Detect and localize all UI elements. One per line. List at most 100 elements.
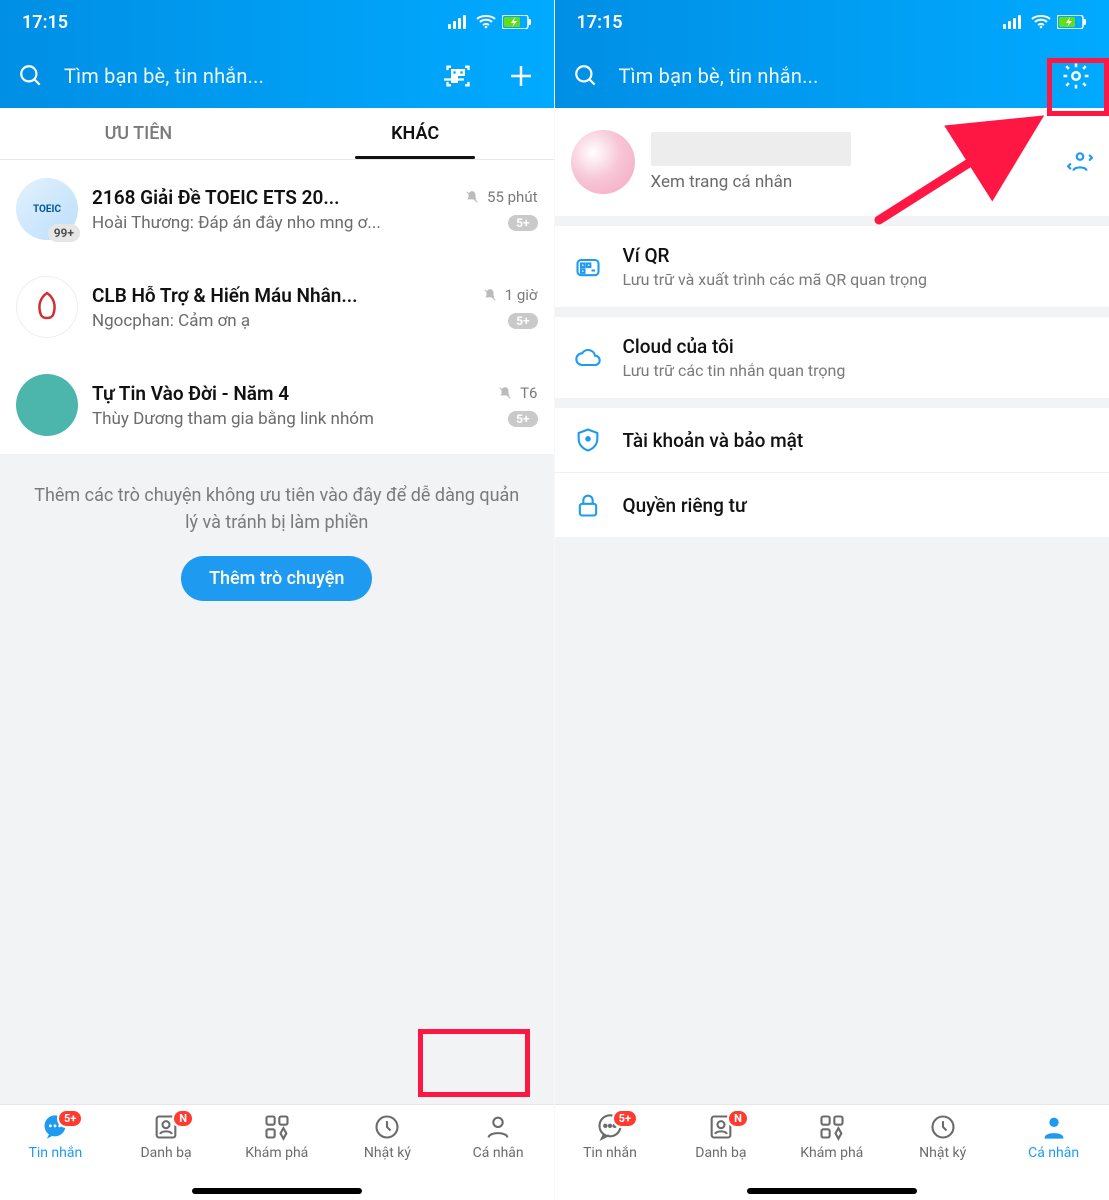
person-icon — [1040, 1113, 1068, 1141]
header: 17:15 Tìm bạn bè, tin nhắn... — [555, 0, 1109, 108]
contacts-icon: N — [152, 1113, 180, 1141]
chat-preview: Hoài Thương: Đáp án đây nho mng ơ... — [92, 213, 500, 233]
muted-icon — [498, 386, 512, 400]
nav-label: Nhật ký — [364, 1145, 411, 1161]
discover-icon — [818, 1113, 846, 1141]
nav-label: Danh bạ — [695, 1145, 746, 1161]
clock: 17:15 — [577, 12, 623, 33]
nav-label: Tin nhắn — [583, 1145, 637, 1161]
nav-diary[interactable]: Nhật ký — [887, 1113, 998, 1200]
nav-contacts[interactable]: N Danh bạ — [665, 1113, 776, 1200]
menu-group-2: Cloud của tôi Lưu trữ các tin nhắn quan … — [555, 317, 1109, 398]
nav-discover[interactable]: Khám phá — [776, 1113, 887, 1200]
swap-profile-icon[interactable] — [1067, 149, 1093, 175]
cloud-icon — [571, 344, 605, 372]
avatar-count-badge: 99+ — [48, 224, 80, 242]
search-bar[interactable]: Tìm bạn bè, tin nhắn... — [555, 44, 1109, 108]
wifi-icon — [476, 15, 496, 29]
signal-icon — [1003, 15, 1025, 29]
person-icon — [484, 1113, 512, 1141]
nav-label: Cá nhân — [1028, 1145, 1079, 1161]
nav-badge: 5+ — [57, 1109, 83, 1128]
menu-group-3: Tài khoản và bảo mật Quyền riêng tư — [555, 408, 1109, 537]
muted-icon — [465, 190, 479, 204]
battery-charging-icon — [502, 15, 532, 29]
nav-contacts[interactable]: N Danh bạ — [111, 1113, 222, 1200]
content-area: Xem trang cá nhân Ví QR Lưu trữ và xuất … — [555, 108, 1109, 1104]
muted-icon — [483, 288, 497, 302]
annotation-arrow — [869, 110, 1049, 230]
chat-row[interactable]: TOEIC 99+ 2168 Giải Đề TOEIC ETS 20... 5… — [0, 160, 554, 258]
menu-title: Tài khoản và bảo mật — [623, 429, 1094, 452]
add-icon[interactable] — [506, 61, 536, 91]
search-placeholder: Tìm bạn bè, tin nhắn... — [64, 64, 424, 88]
chat-row[interactable]: Tự Tin Vào Đời - Năm 4 T6 Thùy Dương tha… — [0, 356, 554, 454]
shield-icon — [571, 426, 605, 454]
header: 17:15 Tìm bạn bè, tin nhắn... — [0, 0, 554, 108]
unread-badge: 5+ — [508, 215, 537, 231]
status-bar: 17:15 — [0, 0, 554, 44]
tab-other[interactable]: KHÁC — [277, 108, 554, 159]
chat-title: 2168 Giải Đề TOEIC ETS 20... — [92, 186, 457, 209]
nav-label: Tin nhắn — [28, 1145, 82, 1161]
menu-qr[interactable]: Ví QR Lưu trữ và xuất trình các mã QR qu… — [555, 226, 1109, 307]
menu-privacy[interactable]: Quyền riêng tư — [555, 472, 1109, 537]
menu-group-1: Ví QR Lưu trữ và xuất trình các mã QR qu… — [555, 226, 1109, 307]
unread-badge: 5+ — [508, 411, 537, 427]
bottom-nav: 5+ Tin nhắn N Danh bạ Khám phá Nhật ký — [0, 1104, 554, 1200]
chat-time: T6 — [520, 384, 537, 402]
contacts-icon: N — [707, 1113, 735, 1141]
wifi-icon — [1031, 15, 1051, 29]
chat-title: CLB Hỗ Trợ & Hiến Máu Nhân... — [92, 284, 475, 307]
search-placeholder: Tìm bạn bè, tin nhắn... — [619, 64, 1042, 88]
add-conversation-button[interactable]: Thêm trò chuyện — [181, 556, 372, 601]
chat-row[interactable]: CLB Hỗ Trợ & Hiến Máu Nhân... 1 giờ Ngoc… — [0, 258, 554, 356]
signal-icon — [448, 15, 470, 29]
nav-badge: 5+ — [612, 1109, 638, 1128]
avatar — [16, 374, 78, 436]
menu-subtitle: Lưu trữ các tin nhắn quan trọng — [623, 361, 1094, 380]
avatar: TOEIC 99+ — [16, 178, 78, 240]
avatar — [571, 130, 635, 194]
profile-name-placeholder — [651, 132, 851, 166]
empty-hint: Thêm các trò chuyện không ưu tiên vào đâ… — [0, 454, 554, 611]
nav-badge: N — [727, 1109, 749, 1128]
messages-icon: 5+ — [41, 1113, 69, 1141]
nav-messages[interactable]: 5+ Tin nhắn — [0, 1113, 111, 1200]
menu-title: Quyền riêng tư — [623, 494, 1094, 517]
search-icon — [573, 63, 599, 89]
menu-security[interactable]: Tài khoản và bảo mật — [555, 408, 1109, 472]
nav-diary[interactable]: Nhật ký — [332, 1113, 443, 1200]
avatar — [16, 276, 78, 338]
nav-label: Khám phá — [245, 1145, 308, 1161]
messages-icon: 5+ — [596, 1113, 624, 1141]
lock-icon — [571, 491, 605, 519]
tab-priority[interactable]: ƯU TIÊN — [0, 108, 277, 159]
nav-label: Cá nhân — [473, 1145, 524, 1161]
nav-me[interactable]: Cá nhân — [443, 1113, 554, 1200]
menu-cloud[interactable]: Cloud của tôi Lưu trữ các tin nhắn quan … — [555, 317, 1109, 398]
status-bar: 17:15 — [555, 0, 1109, 44]
chat-time: 55 phút — [487, 188, 537, 206]
chat-time: 1 giờ — [505, 286, 538, 304]
settings-icon[interactable] — [1061, 61, 1091, 91]
unread-badge: 5+ — [508, 313, 537, 329]
home-indicator — [747, 1188, 917, 1194]
qr-scan-icon[interactable] — [444, 62, 472, 90]
menu-subtitle: Lưu trữ và xuất trình các mã QR quan trọ… — [623, 270, 1094, 289]
menu-title: Ví QR — [623, 244, 1094, 267]
chat-list: TOEIC 99+ 2168 Giải Đề TOEIC ETS 20... 5… — [0, 160, 554, 454]
chat-title: Tự Tin Vào Đời - Năm 4 — [92, 382, 490, 405]
nav-messages[interactable]: 5+ Tin nhắn — [555, 1113, 666, 1200]
message-tabs: ƯU TIÊN KHÁC — [0, 108, 554, 160]
search-bar[interactable]: Tìm bạn bè, tin nhắn... — [0, 44, 554, 108]
content-area: TOEIC 99+ 2168 Giải Đề TOEIC ETS 20... 5… — [0, 160, 554, 1104]
nav-badge: N — [172, 1109, 194, 1128]
bottom-nav: 5+ Tin nhắn N Danh bạ Khám phá Nhật ký — [555, 1104, 1109, 1200]
nav-me[interactable]: Cá nhân — [998, 1113, 1109, 1200]
status-right — [1003, 15, 1087, 29]
qr-wallet-icon — [571, 253, 605, 281]
chat-preview: Thùy Dương tham gia bằng link nhóm — [92, 409, 500, 429]
nav-discover[interactable]: Khám phá — [221, 1113, 332, 1200]
phone-right-profile: 17:15 Tìm bạn bè, tin nhắn... — [555, 0, 1109, 1200]
